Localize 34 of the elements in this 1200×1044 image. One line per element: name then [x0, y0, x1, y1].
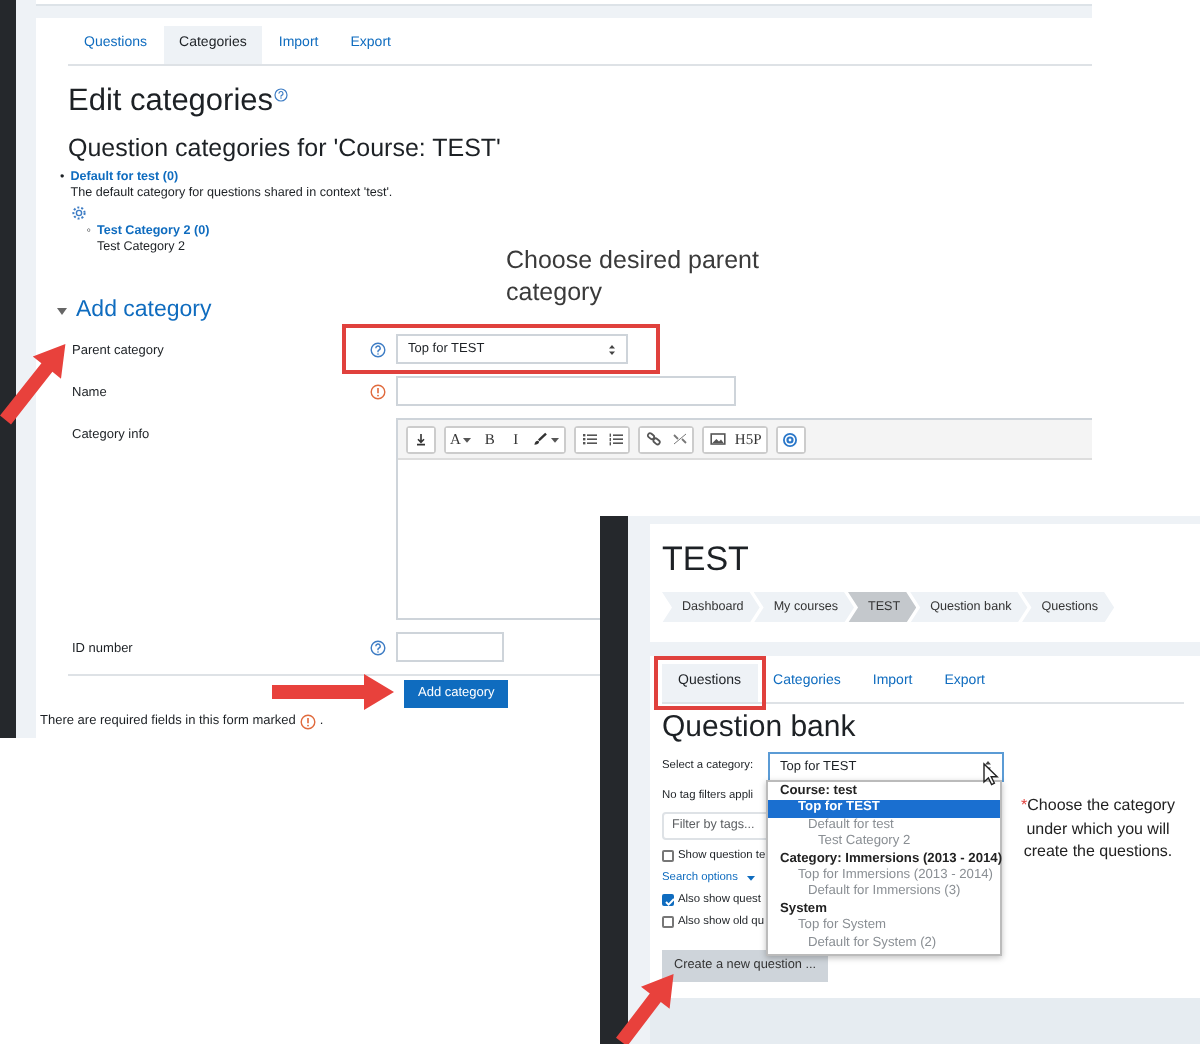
collapse-icon[interactable]: [414, 432, 428, 446]
accessibility-icon[interactable]: [782, 431, 799, 447]
annotation-text: Choose desired parent category: [506, 244, 761, 308]
course-title: TEST: [662, 540, 751, 580]
pointer-arrow: [272, 674, 394, 710]
checkbox[interactable]: [662, 850, 674, 863]
gear-icon[interactable]: [72, 205, 87, 220]
text-input[interactable]: [396, 376, 736, 406]
caret-icon: [745, 874, 756, 883]
annotation-text: *Choose the category under which you will create the questions.: [1019, 794, 1177, 863]
unlink-icon[interactable]: [671, 432, 688, 446]
pointer-arrow: [0, 344, 67, 426]
page-heading: Question bank: [662, 709, 858, 746]
text-input[interactable]: [396, 632, 504, 662]
checkbox[interactable]: [662, 916, 674, 929]
section-title[interactable]: Add category: [76, 293, 212, 328]
toolbar-button[interactable]: [704, 427, 731, 451]
bullet-list-icon[interactable]: [581, 432, 598, 446]
pointer-arrow: [616, 974, 675, 1044]
link-icon[interactable]: [645, 432, 662, 446]
toolbar-button[interactable]: [528, 427, 565, 451]
page-title: Edit categories: [68, 81, 274, 122]
numbered-list-icon[interactable]: [607, 432, 624, 446]
image-icon[interactable]: [709, 432, 726, 446]
toolbar-button[interactable]: [640, 427, 667, 451]
caret-icon[interactable]: [56, 305, 68, 316]
checkbox[interactable]: [662, 894, 674, 907]
required-icon: [299, 714, 316, 730]
section-heading: Question categories for 'Course: TEST': [68, 132, 503, 166]
toolbar-button[interactable]: [408, 427, 434, 451]
help-icon: [273, 87, 288, 102]
sort-arrows-icon: [608, 343, 616, 355]
toolbar-button[interactable]: [576, 427, 603, 451]
brush-icon[interactable]: [532, 432, 549, 446]
